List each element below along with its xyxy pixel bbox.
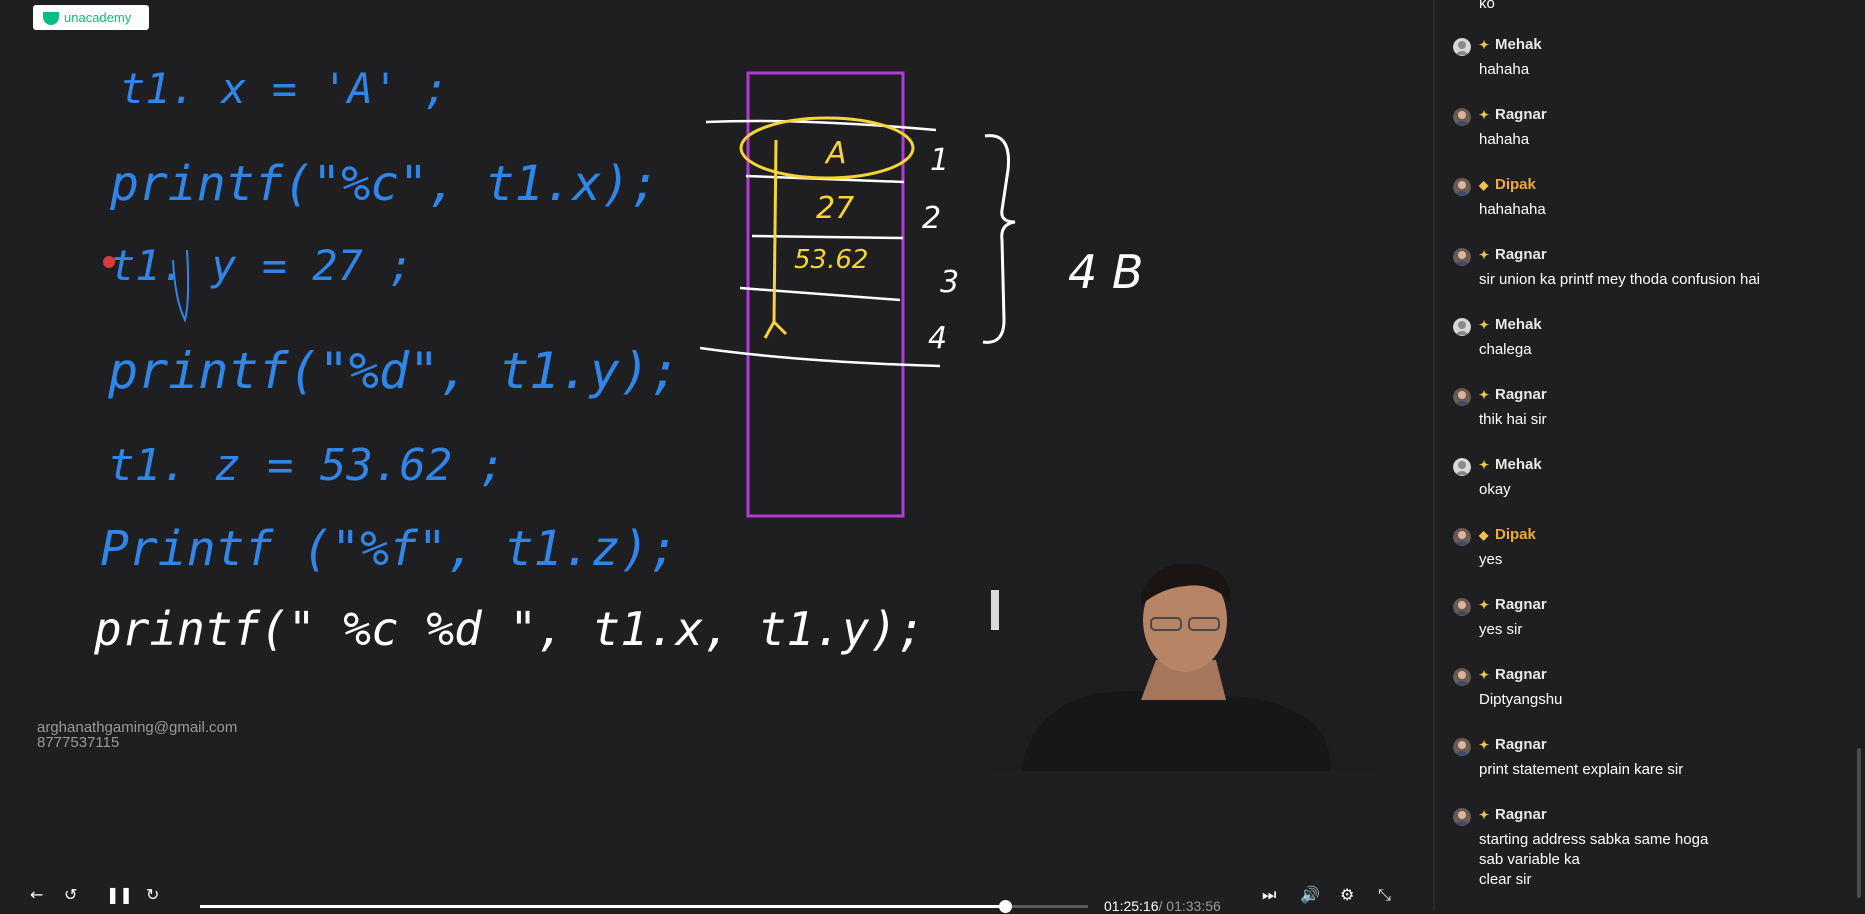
chat-text: thik hai sir (1479, 411, 1547, 428)
code-line-5: t1. z = 53.62 ; (108, 440, 505, 491)
chat-text: sir union ka printf mey thoda confusion … (1479, 271, 1760, 288)
plus-badge-icon: ✦ (1479, 738, 1490, 752)
plus-badge-icon: ✦ (1479, 458, 1490, 472)
chat-text: chalega (1479, 341, 1532, 358)
plus-badge-icon: ✦ (1479, 808, 1490, 822)
chat-username[interactable]: ✦ Ragnar (1479, 386, 1547, 403)
educator-camera (991, 560, 1377, 771)
chat-username[interactable]: ✦ Ragnar (1479, 666, 1547, 683)
size-label: 4 B (1068, 245, 1143, 299)
plus-badge-icon: ✦ (1479, 108, 1490, 122)
memory-value-float: 53.62 (794, 245, 868, 275)
educator-video-frame (991, 560, 1377, 771)
code-line-7: printf(" %c %d ", t1.x, t1.y); (93, 602, 925, 656)
code-line-4: printf("%d", t1.y); (107, 342, 680, 400)
chat-partial-text: ko (1479, 0, 1495, 12)
chat-username[interactable]: ✦ Ragnar (1479, 246, 1547, 263)
avatar[interactable] (1453, 458, 1471, 476)
chat-text: okay (1479, 481, 1511, 498)
chat-username[interactable]: ✦ Mehak (1479, 316, 1542, 333)
rewind-10-icon[interactable]: ↺ (64, 885, 77, 904)
memory-value-int: 27 (816, 191, 854, 226)
chat-username[interactable]: ✦ Mehak (1479, 456, 1542, 473)
avatar[interactable] (1453, 738, 1471, 756)
chat-text: print statement explain kare sir (1479, 761, 1684, 778)
chat-username[interactable]: ✦ Ragnar (1479, 106, 1547, 123)
avatar[interactable] (1453, 528, 1471, 546)
code-line-1: t1. x = 'A' ; (120, 64, 449, 113)
plus-badge-icon: ✦ (1479, 598, 1490, 612)
avatar[interactable] (1453, 318, 1471, 336)
chat-text-line: clear sir (1479, 871, 1532, 888)
back-arrow-icon[interactable]: ← (30, 885, 43, 904)
slot-number-2: 2 (922, 201, 941, 236)
avatar[interactable] (1453, 108, 1471, 126)
watermark: arghanathgaming@gmail.com 8777537115 (37, 720, 237, 750)
next-icon[interactable]: ⏭ (1262, 885, 1276, 905)
chat-text: hahaha (1479, 61, 1530, 78)
slot-number-1: 1 (930, 143, 949, 178)
progress-bar[interactable] (200, 900, 1088, 913)
chat-text: Diptyangshu (1479, 691, 1563, 708)
plus-badge-icon: ✦ (1479, 248, 1490, 262)
volume-icon[interactable]: 🔊 (1300, 885, 1320, 904)
lecture-board: unacademy t1. x = 'A' ; printf("%c", t1.… (0, 0, 1432, 914)
time-display: 01:25:16/ 01:33:56 (1104, 898, 1221, 914)
chat-text: starting address sabka same hoga sab vari… (1479, 830, 1839, 890)
progress-knob[interactable] (999, 900, 1013, 913)
avatar[interactable] (1453, 178, 1471, 196)
fullscreen-exit-icon[interactable]: ⤡ (1378, 885, 1391, 905)
avatar[interactable] (1453, 598, 1471, 616)
diamond-badge-icon: ◆ (1479, 178, 1489, 192)
chat-panel: ko ✦ Mehak hahaha ✦ Ragnar hahaha ◆ Dipak hahaha… (1433, 0, 1865, 910)
chat-username[interactable]: ✦ Ragnar (1479, 596, 1547, 613)
chat-scrollbar[interactable] (1857, 748, 1861, 898)
slot-number-3: 3 (940, 265, 959, 300)
watermark-phone: 8777537115 (37, 734, 120, 751)
current-time: 01:25:16 (1104, 898, 1159, 914)
pause-icon[interactable]: ❚❚ (106, 885, 133, 904)
avatar[interactable] (1453, 808, 1471, 826)
plus-badge-icon: ✦ (1479, 38, 1490, 52)
chat-username[interactable]: ◆ Dipak (1479, 176, 1536, 193)
watermark-email: arghanathgaming@gmail.com (37, 719, 238, 736)
forward-10-icon[interactable]: ↻ (146, 885, 159, 904)
chat-text: yes (1479, 551, 1503, 568)
chat-username[interactable]: ✦ Ragnar (1479, 806, 1547, 823)
chat-username[interactable]: ◆ Dipak (1479, 526, 1536, 543)
avatar[interactable] (1453, 668, 1471, 686)
plus-badge-icon: ✦ (1479, 318, 1490, 332)
code-line-6: Printf ("%f", t1.z); (100, 521, 678, 577)
code-line-3: t1. y = 27 ; (110, 241, 413, 290)
chat-text: yes sir (1479, 621, 1523, 638)
chat-text: hahaha (1479, 131, 1530, 148)
memory-value-char: A (824, 136, 847, 171)
slot-number-4: 4 (928, 321, 947, 356)
plus-badge-icon: ✦ (1479, 668, 1490, 682)
plus-badge-icon: ✦ (1479, 388, 1490, 402)
avatar[interactable] (1453, 38, 1471, 56)
gear-icon[interactable]: ⚙ (1340, 885, 1354, 904)
chat-username[interactable]: ✦ Mehak (1479, 36, 1542, 53)
code-line-2: printf("%c", t1.x); (109, 156, 659, 212)
chat-text-line: sab variable ka (1479, 851, 1580, 868)
duration: / 01:33:56 (1158, 898, 1221, 914)
avatar[interactable] (1453, 248, 1471, 266)
diamond-badge-icon: ◆ (1479, 528, 1489, 542)
avatar[interactable] (1453, 388, 1471, 406)
chat-username[interactable]: ✦ Ragnar (1479, 736, 1547, 753)
laser-pointer (103, 256, 115, 268)
chat-text: hahahaha (1479, 201, 1546, 218)
progress-fill (200, 905, 1006, 908)
